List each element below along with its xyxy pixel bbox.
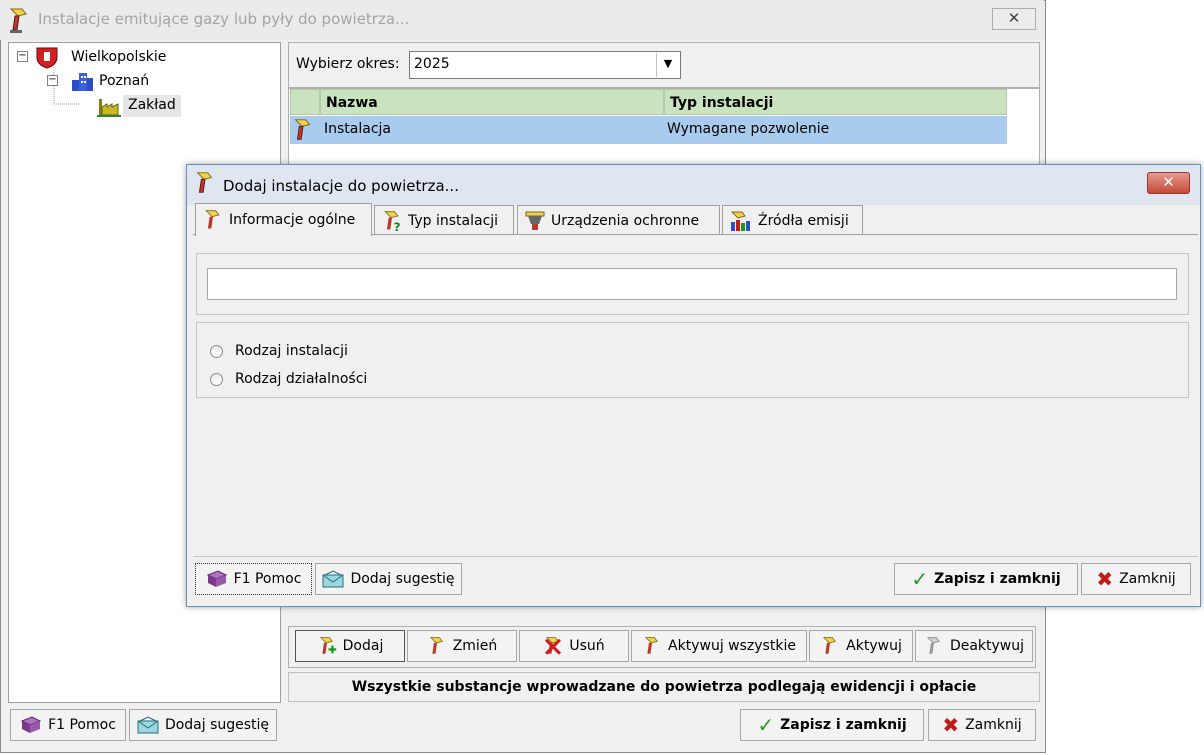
checkmark-icon: ✓ — [757, 713, 775, 737]
tree-collapse-toggle-poznan[interactable]: − — [47, 75, 58, 86]
activate-button-label: Aktywuj — [846, 638, 902, 654]
dialog-suggest-label: Dodaj sugestię — [350, 571, 455, 587]
activate-all-button-label: Aktywuj wszystkie — [668, 638, 796, 654]
tab-zrodla-emisji[interactable]: Źródła emisji — [722, 205, 863, 235]
activate-all-icon — [644, 637, 659, 654]
radio-label-rodzaj-dzialalnosci: Rodzaj działalności — [235, 371, 368, 387]
help-book-icon — [20, 716, 42, 733]
main-save-close-label: Zapisz i zamknij — [780, 717, 907, 733]
add-installation-icon — [319, 637, 336, 654]
main-window-title: Instalacje emitujące gazy lub pyły do po… — [38, 10, 410, 28]
envelope-icon — [322, 570, 344, 588]
delete-button-label: Usuń — [569, 638, 605, 654]
chevron-down-icon[interactable]: ▼ — [656, 53, 679, 77]
tree-collapse-toggle[interactable]: − — [17, 51, 28, 62]
dialog-suggest-button[interactable]: Dodaj sugestię — [315, 563, 462, 595]
main-suggest-label: Dodaj sugestię — [164, 717, 270, 733]
delete-button[interactable]: Usuń — [519, 630, 629, 662]
activate-icon — [823, 637, 837, 654]
installation-icon — [291, 117, 315, 147]
envelope-icon — [137, 716, 159, 734]
main-help-button[interactable]: F1 Pomoc — [10, 709, 126, 741]
dialog-title: Dodaj instalacje do powietrza... — [223, 177, 459, 195]
period-select[interactable] — [409, 51, 681, 79]
tab-label: Informacje ogólne — [229, 212, 356, 228]
buildings-icon — [70, 70, 94, 96]
dialog-app-icon — [193, 170, 217, 200]
edit-button-label: Zmień — [452, 638, 498, 654]
main-help-label: F1 Pomoc — [48, 717, 116, 733]
main-save-close-button[interactable]: ✓ Zapisz i zamknij — [740, 709, 924, 741]
dialog-help-button[interactable]: F1 Pomoc — [195, 563, 312, 595]
installation-name-input[interactable] — [207, 268, 1177, 300]
add-button-label: Dodaj — [342, 638, 384, 654]
dialog-save-close-label: Zapisz i zamknij — [934, 571, 1061, 587]
period-value: 2025 — [414, 56, 450, 72]
edit-installation-icon — [429, 637, 443, 654]
tree-item-zaklad[interactable]: Zakład — [128, 97, 176, 113]
tab-informacje-ogolne[interactable]: Informacje ogólne — [195, 203, 372, 236]
activate-all-button[interactable]: Aktywuj wszystkie — [631, 630, 807, 662]
close-x-icon: ✖ — [1096, 567, 1114, 591]
table-row[interactable] — [290, 116, 1007, 144]
dialog-footer-divider — [193, 556, 1198, 557]
dialog-help-label: F1 Pomoc — [233, 571, 302, 587]
dialog-close-action-label: Zamknij — [1119, 571, 1176, 587]
filter-icon — [525, 211, 545, 230]
grid-row-indicator-header — [290, 89, 320, 115]
dialog-close-button[interactable]: ✕ — [1147, 172, 1190, 194]
dialog-close-action-button[interactable]: ✖ Zamknij — [1081, 563, 1191, 595]
checkmark-icon: ✓ — [911, 567, 929, 591]
installation-icon — [205, 210, 220, 229]
tab-typ-instalacji[interactable]: ? Typ instalacji — [374, 205, 514, 235]
tab-label: Typ instalacji — [408, 212, 499, 229]
radio-label-rodzaj-instalacji: Rodzaj instalacji — [235, 343, 348, 359]
emission-sources-icon — [730, 211, 750, 231]
factory-icon — [97, 95, 121, 121]
cell-name: Instalacja — [324, 121, 391, 137]
column-header-nazwa[interactable]: Nazwa — [320, 89, 664, 115]
tree-item-poznan[interactable]: Poznań — [99, 73, 149, 89]
close-x-icon: ✖ — [942, 713, 960, 737]
tab-label: Urządzenia ochronne — [551, 212, 700, 229]
info-message: Wszystkie substancje wprowadzane do powi… — [288, 672, 1040, 702]
svg-text:?: ? — [394, 220, 401, 233]
installation-question-icon: ? — [384, 210, 401, 233]
add-button[interactable]: Dodaj — [295, 630, 405, 662]
help-book-icon — [206, 570, 227, 587]
period-label: Wybierz okres: — [296, 56, 400, 72]
tree-item-wielkopolskie[interactable]: Wielkopolskie — [71, 49, 166, 65]
main-suggest-button[interactable]: Dodaj sugestię — [129, 709, 277, 741]
app-icon — [6, 6, 32, 38]
deactivate-button-label: Deaktywuj — [949, 638, 1025, 654]
dialog-save-close-button[interactable]: ✓ Zapisz i zamknij — [894, 563, 1078, 595]
deactivate-icon — [926, 637, 941, 654]
edit-button[interactable]: Zmień — [407, 630, 517, 662]
column-header-typ[interactable]: Typ instalacji — [664, 89, 1007, 115]
tab-urzadzenia-ochronne[interactable]: Urządzenia ochronne — [517, 205, 720, 235]
main-close-action-button[interactable]: ✖ Zamknij — [928, 709, 1036, 741]
delete-installation-icon — [545, 637, 562, 655]
cell-type: Wymagane pozwolenie — [667, 121, 830, 137]
main-close-action-label: Zamknij — [965, 717, 1022, 733]
deactivate-button[interactable]: Deaktywuj — [915, 630, 1033, 662]
activate-button[interactable]: Aktywuj — [809, 630, 913, 662]
main-close-button[interactable]: ✕ — [992, 8, 1036, 30]
shield-icon — [34, 45, 60, 73]
tab-label: Źródła emisji — [758, 212, 849, 229]
radio-rodzaj-instalacji[interactable] — [210, 345, 223, 358]
radio-rodzaj-dzialalnosci[interactable] — [210, 373, 223, 386]
